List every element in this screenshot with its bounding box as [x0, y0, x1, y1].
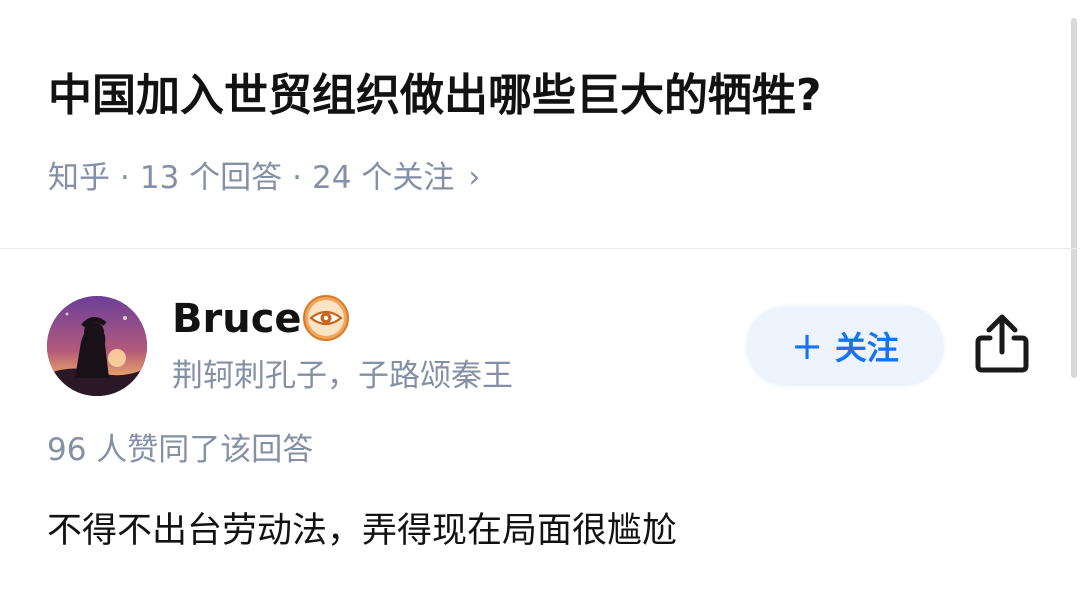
- chevron-right-icon: ›: [468, 160, 481, 195]
- source-label: 知乎: [48, 160, 110, 196]
- upvote-count: 96 人赞同了该回答: [47, 432, 314, 468]
- divider: [0, 248, 1080, 249]
- author-bio: 荆轲刺孔子，子路颂秦王: [172, 358, 513, 394]
- follower-count: 24 个关注: [312, 160, 455, 196]
- follow-label: 关注: [834, 329, 899, 367]
- avatar-image: [47, 296, 147, 396]
- share-icon[interactable]: [972, 312, 1032, 376]
- answer-count: 13 个回答: [139, 160, 283, 196]
- eye-badge-icon: [303, 295, 349, 341]
- question-meta[interactable]: 知乎 · 13 个回答 · 24 个关注 ›: [48, 156, 480, 200]
- answer-page: 中国加入世贸组织做出哪些巨大的牺牲? 知乎 · 13 个回答 · 24 个关注 …: [0, 0, 1080, 600]
- meta-separator: ·: [120, 160, 130, 196]
- scrollbar[interactable]: [1071, 18, 1077, 378]
- author-name[interactable]: Bruce: [172, 294, 302, 344]
- answer-content[interactable]: 不得不出台劳动法，弄得现在局面很尴尬: [47, 506, 677, 556]
- follow-button[interactable]: + 关注: [746, 306, 944, 386]
- meta-separator: ·: [292, 160, 303, 196]
- avatar[interactable]: [47, 296, 147, 396]
- plus-icon: +: [791, 324, 823, 368]
- question-title[interactable]: 中国加入世贸组织做出哪些巨大的牺牲?: [48, 66, 822, 126]
